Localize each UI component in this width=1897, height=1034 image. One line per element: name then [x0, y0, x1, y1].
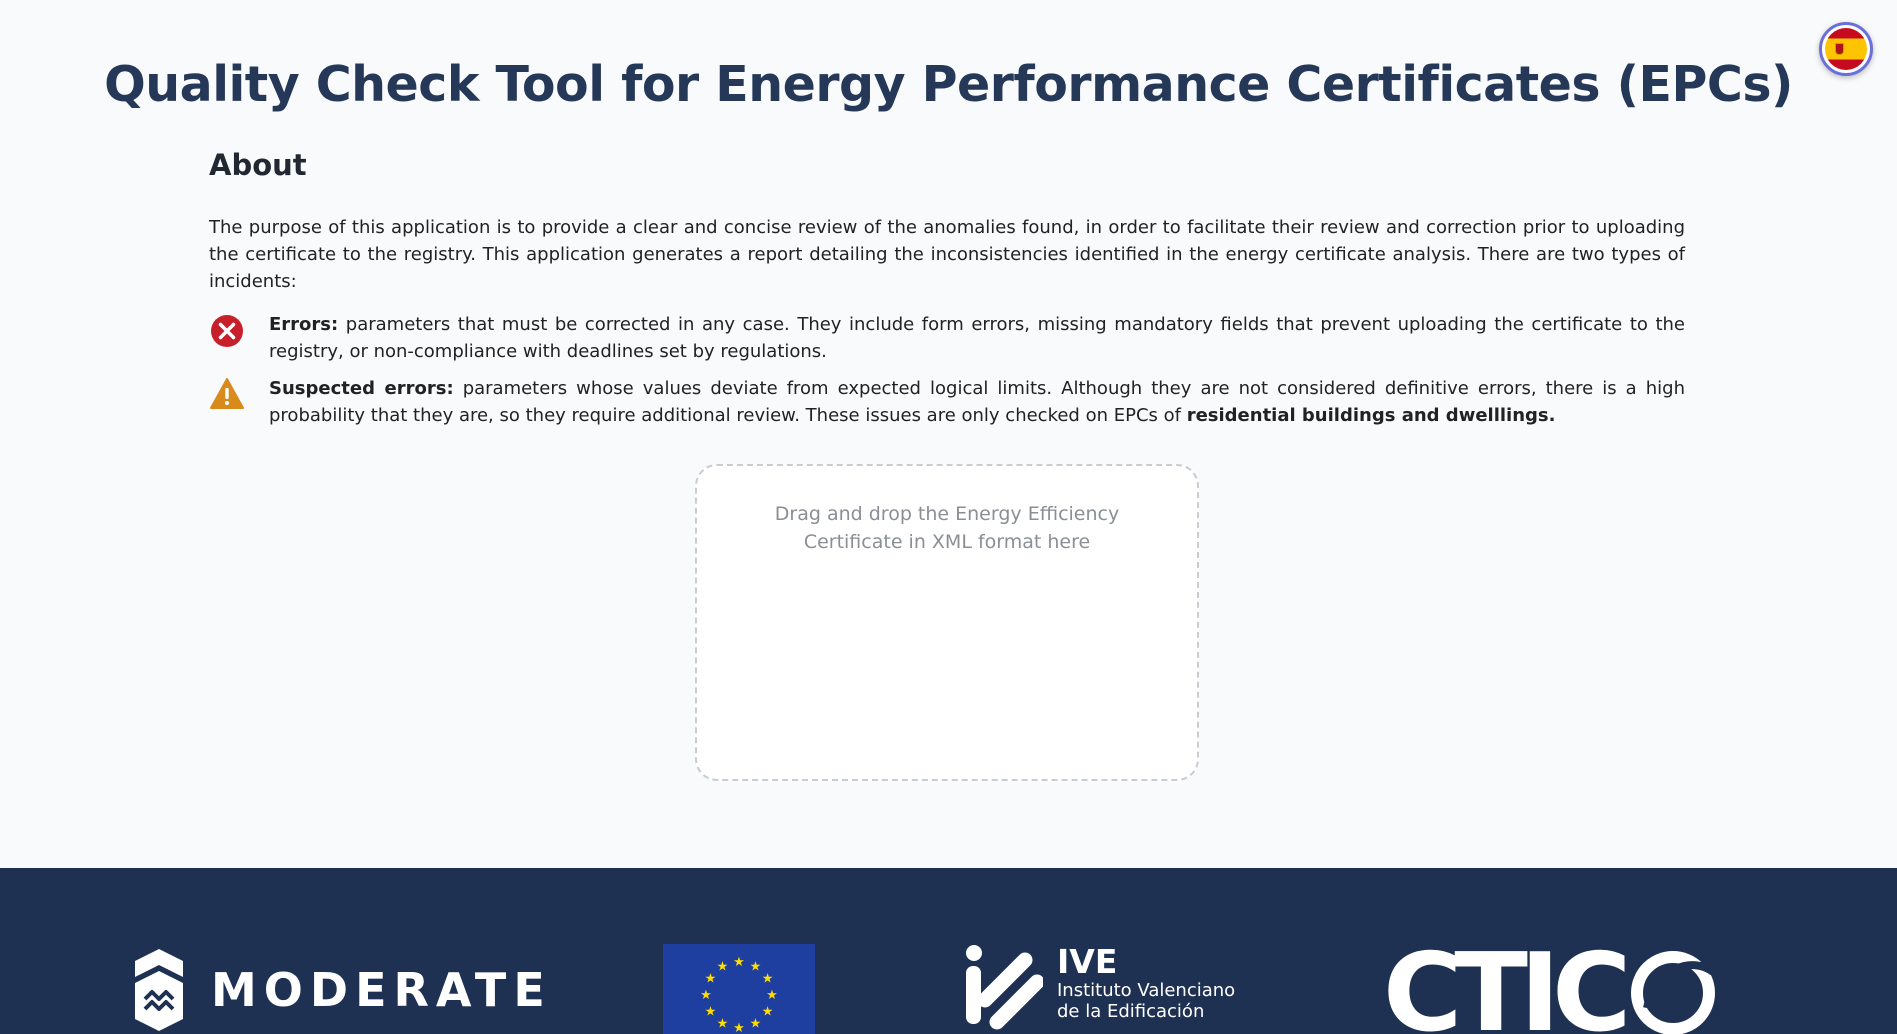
- eu-star-icon: ★: [733, 955, 745, 970]
- xml-dropzone[interactable]: Drag and drop the Energy Efficiency Cert…: [695, 464, 1199, 781]
- ive-title: IVE: [1057, 942, 1118, 981]
- flag-crest: [1835, 43, 1844, 55]
- incident-suspected-errors: Suspected errors: parameters whose value…: [209, 375, 1685, 429]
- eu-star-icon: ★: [750, 1017, 762, 1032]
- warning-triangle-icon: [209, 375, 269, 419]
- eu-star-icon: ★: [766, 988, 778, 1003]
- dropzone-label: Drag and drop the Energy Efficiency Cert…: [774, 503, 1120, 553]
- ive-subtitle-line2: de la Edificación: [1057, 1001, 1205, 1022]
- ctic-logo: CTIC: [1383, 931, 1723, 1034]
- eu-star-icon: ★: [733, 1021, 745, 1034]
- eu-star-icon: ★: [717, 1017, 729, 1032]
- moderate-hexagon-icon: [135, 949, 183, 1031]
- incident-suspected-errors-emphasis: residential buildings and dwelllings.: [1186, 405, 1556, 426]
- eu-star-icon: ★: [750, 959, 762, 974]
- page-title: Quality Check Tool for Energy Performanc…: [104, 56, 1793, 113]
- ctic-swirl-icon: [1631, 951, 1716, 1034]
- incident-errors-label: Errors:: [269, 314, 339, 335]
- eu-star-icon: ★: [717, 959, 729, 974]
- ive-text: IVE Instituto Valenciano de la Edificaci…: [1057, 944, 1235, 1030]
- eu-star-icon: ★: [705, 1005, 717, 1020]
- eu-star-icon: ★: [705, 972, 717, 987]
- eu-star-icon: ★: [700, 988, 712, 1003]
- incident-suspected-errors-text: Suspected errors: parameters whose value…: [269, 375, 1685, 429]
- eu-star-icon: ★: [762, 972, 774, 987]
- incident-errors-description: parameters that must be corrected in any…: [269, 314, 1685, 362]
- incident-errors: Errors: parameters that must be correcte…: [209, 311, 1685, 365]
- eu-star-icon: ★: [762, 1005, 774, 1020]
- moderate-logo: MODERATE: [133, 947, 552, 1033]
- eu-flag-logo: ★ ★ ★ ★ ★ ★ ★ ★ ★ ★ ★ ★: [663, 944, 815, 1034]
- ive-logo: IVE Instituto Valenciano de la Edificaci…: [963, 944, 1235, 1030]
- ctic-wordmark: CTIC: [1383, 948, 1625, 1034]
- incident-errors-text: Errors: parameters that must be correcte…: [269, 311, 1685, 365]
- incident-suspected-errors-label: Suspected errors:: [269, 378, 454, 399]
- about-intro: The purpose of this application is to pr…: [209, 217, 1685, 292]
- moderate-wordmark: MODERATE: [211, 963, 552, 1017]
- error-circle-icon: [209, 311, 269, 357]
- ive-subtitle-line1: Instituto Valenciano: [1057, 980, 1236, 1001]
- ive-mark-icon: [966, 945, 1043, 1030]
- about-section: About The purpose of this application is…: [209, 148, 1685, 439]
- footer: MODERATE ★ ★ ★ ★ ★ ★ ★ ★ ★ ★ ★ ★ IVE Instituto Vale…: [0, 868, 1897, 1034]
- about-heading: About: [209, 148, 307, 182]
